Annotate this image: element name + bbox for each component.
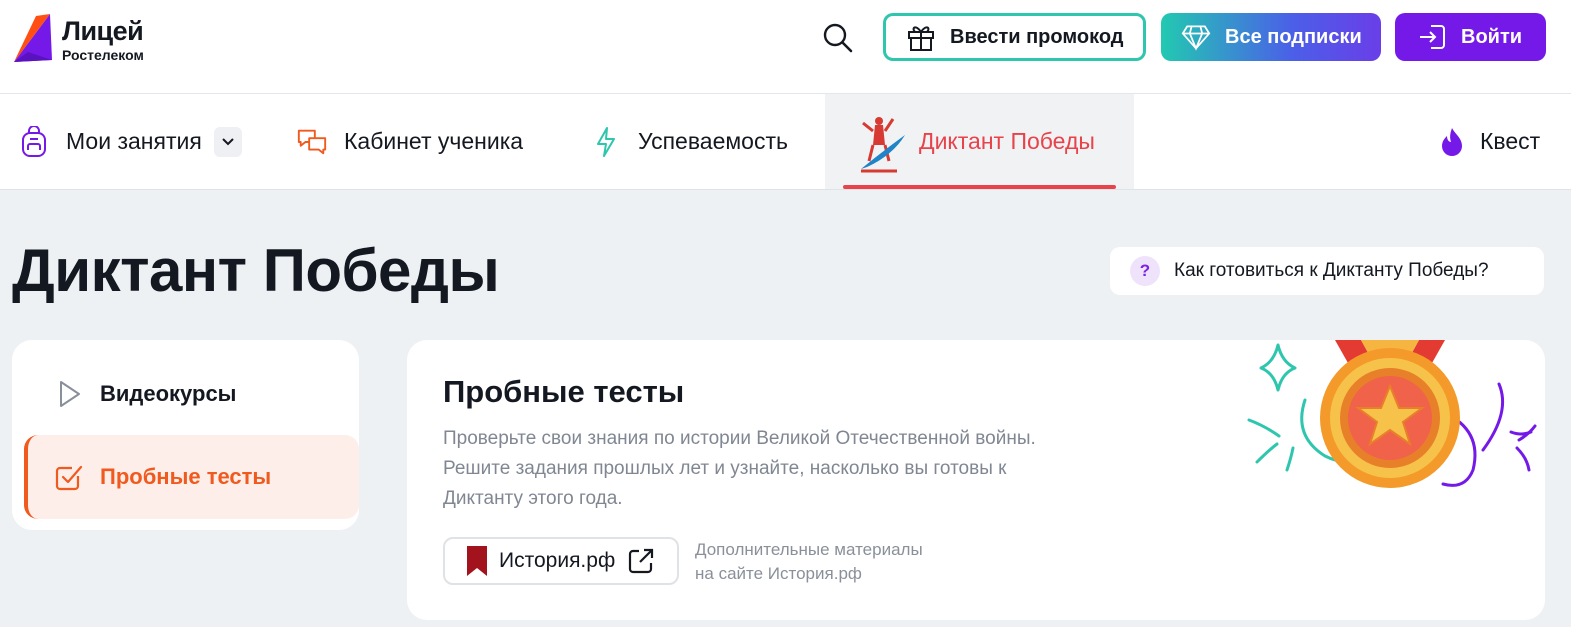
nav-item-student-cabinet[interactable]: Кабинет ученика: [296, 94, 523, 189]
all-subscriptions-label: Все подписки: [1225, 25, 1362, 48]
login-label: Войти: [1461, 25, 1523, 48]
page-title: Диктант Победы: [12, 237, 500, 304]
nav-item-victory-dictation[interactable]: Диктант Победы: [825, 94, 1134, 189]
practice-tests-card: Пробные тесты Проверьте свои знания по и…: [407, 340, 1545, 620]
card-description-line: Решите задания прошлых лет и узнайте, на…: [443, 458, 1007, 479]
istoria-rf-note-line: на сайте История.рф: [695, 564, 862, 583]
external-link-icon: [629, 548, 654, 574]
header: Лицей Ростелеком Ввести промокод Все под…: [0, 0, 1571, 94]
gift-icon: [906, 22, 936, 52]
all-subscriptions-button[interactable]: Все подписки: [1161, 13, 1381, 61]
search-icon: [823, 23, 853, 53]
istoria-rf-label: История.рф: [499, 549, 616, 572]
login-button[interactable]: Войти: [1395, 13, 1546, 61]
question-icon: ?: [1130, 256, 1160, 286]
checkbox-icon: [54, 462, 84, 492]
diamond-icon: [1181, 22, 1211, 52]
card-title: Пробные тесты: [443, 374, 685, 409]
promo-code-button[interactable]: Ввести промокод: [883, 13, 1146, 61]
medal-icon: [1247, 340, 1537, 488]
card-description-line: Диктанту этого года.: [443, 488, 623, 509]
nav-label-student-cabinet: Кабинет ученика: [344, 128, 524, 154]
victory-dictation-emblem-icon: [857, 111, 907, 173]
istoria-rf-note-line: Дополнительные материалы: [695, 540, 923, 559]
backpack-icon: [18, 125, 50, 158]
login-icon: [1417, 22, 1447, 52]
chat-icon: [296, 126, 328, 158]
logo-subtitle: Ростелеком: [62, 47, 144, 63]
side-label-practice-tests: Пробные тесты: [100, 464, 272, 489]
istoria-rf-link-button[interactable]: История.рф: [443, 537, 679, 585]
promo-code-label: Ввести промокод: [950, 25, 1124, 48]
main-nav: Мои занятия Кабинет ученика Успеваемость: [0, 94, 1571, 190]
chevron-down-icon[interactable]: [213, 126, 242, 157]
nav-label-my-lessons: Мои занятия: [66, 128, 202, 154]
nav-item-quest[interactable]: Квест: [1436, 94, 1540, 189]
search-button[interactable]: [818, 18, 858, 58]
side-label-video-courses: Видеокурсы: [100, 381, 237, 406]
nav-item-progress[interactable]: Успеваемость: [590, 94, 788, 189]
how-to-prepare-label: Как готовиться к Диктанту Победы?: [1174, 260, 1489, 281]
side-item-video-courses[interactable]: Видеокурсы: [24, 352, 359, 436]
nav-label-progress: Успеваемость: [638, 128, 788, 154]
flame-icon: [1436, 126, 1468, 158]
how-to-prepare-button[interactable]: ? Как готовиться к Диктанту Победы?: [1110, 247, 1544, 295]
active-tab-indicator: [843, 185, 1116, 189]
nav-label-quest: Квест: [1480, 128, 1541, 154]
card-description: Проверьте свои знания по истории Великой…: [443, 424, 1163, 514]
play-icon: [54, 379, 84, 409]
side-menu: Видеокурсы Пробные тесты: [12, 340, 359, 530]
nav-item-my-lessons[interactable]: Мои занятия: [18, 94, 242, 189]
card-description-line: Проверьте свои знания по истории Великой…: [443, 428, 1036, 449]
logo-icon: [14, 14, 52, 62]
istoria-rf-note: Дополнительные материалы на сайте Истори…: [695, 538, 923, 586]
logo[interactable]: Лицей Ростелеком: [12, 12, 144, 64]
nav-label-victory-dictation: Диктант Победы: [919, 128, 1095, 154]
side-item-practice-tests[interactable]: Пробные тесты: [24, 435, 359, 519]
bookmark-icon: [467, 546, 487, 576]
logo-title: Лицей: [62, 16, 144, 46]
lightning-icon: [590, 126, 622, 158]
